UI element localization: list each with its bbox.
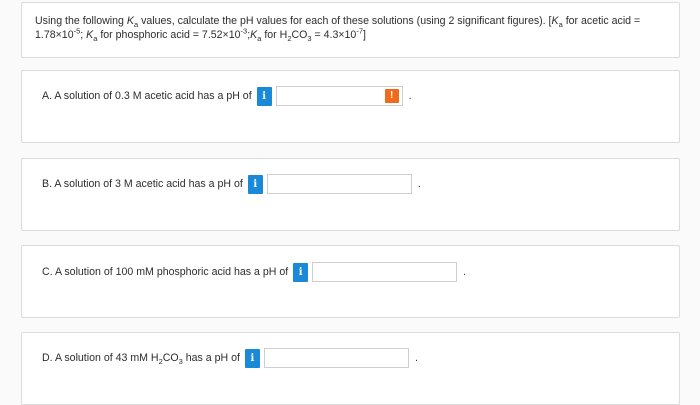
question-b-suffix: . [417, 178, 421, 190]
question-d-card: D. A solution of 43 mM H2CO3 has a pH of… [21, 332, 680, 405]
info-icon[interactable]: i [256, 86, 272, 106]
question-d-row: D. A solution of 43 mM H2CO3 has a pH of… [42, 348, 418, 368]
question-a-suffix: . [408, 90, 412, 102]
question-b-card: B. A solution of 3 M acetic acid has a p… [21, 158, 680, 231]
question-a-answer-field[interactable]: ! [275, 86, 403, 106]
question-c-suffix: . [463, 266, 467, 278]
question-c-label: C. A solution of 100 mM phosphoric acid … [42, 266, 289, 278]
info-icon[interactable]: i [247, 174, 263, 194]
question-c-answer-field[interactable] [312, 262, 458, 282]
question-a-answer-input[interactable] [276, 87, 402, 105]
question-d-answer-input[interactable] [264, 349, 408, 367]
question-d-answer-field[interactable] [263, 348, 409, 368]
question-b-answer-input[interactable] [267, 175, 411, 193]
error-icon[interactable]: ! [384, 89, 399, 103]
question-d-label: D. A solution of 43 mM H2CO3 has a pH of [42, 352, 240, 367]
info-icon[interactable]: i [244, 348, 260, 368]
info-icon[interactable]: i [293, 262, 309, 282]
question-a-row: A. A solution of 0.3 M acetic acid has a… [42, 86, 412, 106]
question-intro-text: Using the following Ka values, calculate… [35, 15, 641, 44]
question-a-label: A. A solution of 0.3 M acetic acid has a… [42, 90, 252, 102]
question-b-row: B. A solution of 3 M acetic acid has a p… [42, 174, 421, 194]
question-c-row: C. A solution of 100 mM phosphoric acid … [42, 262, 466, 282]
question-b-answer-field[interactable] [266, 174, 412, 194]
question-d-suffix: . [414, 352, 418, 364]
question-intro-card: Using the following Ka values, calculate… [21, 2, 680, 58]
question-c-card: C. A solution of 100 mM phosphoric acid … [21, 245, 680, 318]
question-a-card: A. A solution of 0.3 M acetic acid has a… [21, 70, 680, 143]
question-c-answer-input[interactable] [313, 263, 457, 281]
question-b-label: B. A solution of 3 M acetic acid has a p… [42, 178, 243, 190]
